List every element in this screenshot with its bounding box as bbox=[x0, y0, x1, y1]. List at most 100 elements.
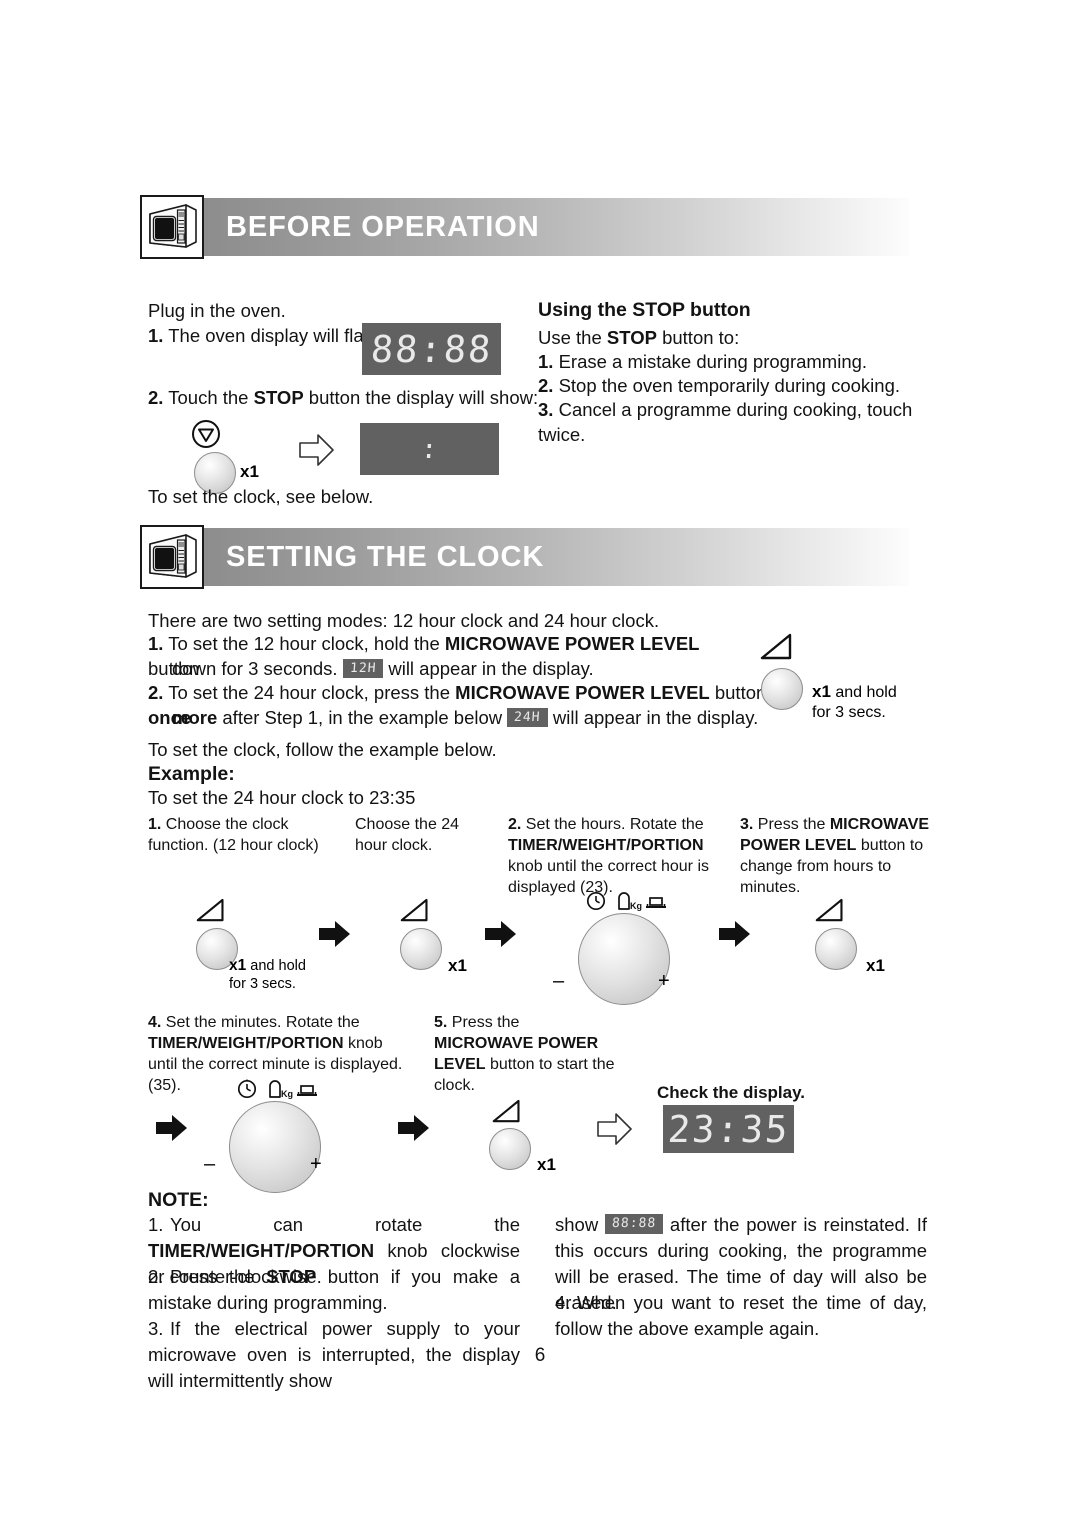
portion-plate-icon bbox=[297, 1085, 317, 1096]
using-stop-heading: Using the STOP button bbox=[538, 299, 751, 321]
note-number: 4. bbox=[555, 1292, 571, 1313]
line2-b: will appear in the display. bbox=[552, 707, 759, 728]
display-value: 23:35 bbox=[666, 1107, 791, 1151]
note-number: 2. bbox=[148, 1266, 164, 1287]
hint-b: for 3 secs. bbox=[812, 704, 886, 721]
knob-plus-label: + bbox=[310, 1153, 322, 1175]
step-text: Choose the 24 hour clock. bbox=[355, 816, 460, 854]
microwave-oven-icon bbox=[140, 195, 204, 259]
portion-plate-icon bbox=[646, 897, 666, 908]
clock-icon bbox=[237, 1079, 257, 1099]
bo-step-1-number: 1. bbox=[148, 325, 164, 346]
weight-kg-icon: Kg bbox=[269, 1080, 293, 1099]
label-b: for 3 secs. bbox=[229, 976, 296, 992]
step-text-a: To set the 24 hour clock, press the bbox=[168, 682, 456, 703]
display-value: : bbox=[420, 433, 439, 465]
item-number: 2. bbox=[538, 375, 554, 396]
display-final-time: 23:35 bbox=[663, 1105, 794, 1153]
knob-plus-label: + bbox=[658, 970, 670, 992]
display-flashing-8888: 88:88 bbox=[362, 323, 501, 375]
timer-weight-portion-knob[interactable] bbox=[578, 913, 670, 1005]
microwave-oven-icon bbox=[140, 525, 204, 589]
microwave-power-level-button[interactable] bbox=[815, 928, 857, 970]
microwave-power-level-button[interactable] bbox=[761, 668, 803, 710]
step-number: 1. bbox=[148, 633, 164, 654]
outline-arrow-right-icon bbox=[596, 1111, 634, 1152]
knob-minus-label: – bbox=[204, 1153, 216, 1175]
bo-step-2-text-a: Touch the bbox=[168, 387, 254, 408]
power-level-icon bbox=[760, 632, 794, 667]
item-text: Cancel a programme during cooking, touch… bbox=[538, 399, 913, 445]
page-number: 6 bbox=[534, 1345, 546, 1366]
item-number: 3. bbox=[538, 399, 554, 420]
step-text-a: Set the hours. Rotate the bbox=[525, 816, 704, 833]
bo-step-2-text-b: button the display will show: bbox=[303, 387, 539, 408]
example-step-5: 5. Press the MICROWAVE POWER LEVEL butto… bbox=[434, 1012, 619, 1096]
example-step-2: 2. Set the hours. Rotate the TIMER/WEIGH… bbox=[508, 814, 723, 898]
step-text-a: Press the bbox=[451, 1014, 520, 1031]
outline-arrow-right-icon bbox=[298, 432, 336, 473]
step-number: 2. bbox=[508, 816, 522, 833]
more-keyword: more bbox=[172, 707, 218, 728]
note-item-4: 4. When you want to reset the time of day… bbox=[555, 1290, 927, 1342]
stop-keyword: STOP bbox=[253, 387, 304, 408]
microwave-power-level-button[interactable] bbox=[400, 928, 442, 970]
display-colon-only: : bbox=[360, 423, 499, 475]
knob-minus-label: – bbox=[553, 970, 565, 992]
badge-value: 88:88 bbox=[611, 1216, 657, 1232]
note-number: 3. bbox=[148, 1318, 164, 1339]
badge-value: 12H bbox=[349, 660, 377, 676]
step-text-a: To set the 12 hour clock, hold the bbox=[168, 633, 445, 654]
stop-keyword: STOP bbox=[606, 327, 657, 348]
banner-bar: BEFORE OPERATION bbox=[204, 198, 910, 256]
using-stop-item-1: 1. Erase a mistake during programming. bbox=[538, 349, 938, 374]
solid-arrow-right-icon bbox=[155, 1113, 188, 1148]
solid-arrow-right-icon bbox=[318, 919, 351, 954]
microwave-power-level-keyword: MICROWAVE POWER LEVEL bbox=[455, 682, 710, 703]
lead-b: button to: bbox=[656, 327, 740, 348]
badge-value: 24H bbox=[513, 709, 542, 725]
item-text: Stop the oven temporarily during cooking… bbox=[558, 375, 900, 396]
banner-bar: SETTING THE CLOCK bbox=[204, 528, 910, 586]
step-number: 3. bbox=[740, 816, 754, 833]
example-step-1: 1. Choose the clock function. (12 hour c… bbox=[148, 814, 343, 856]
power-level-icon bbox=[815, 897, 845, 929]
bo-step-1-text: The oven display will flash: bbox=[168, 325, 389, 346]
row1-item2-label: x1 bbox=[448, 956, 467, 977]
stop-button-icon bbox=[190, 418, 222, 455]
section-banner-before-operation: BEFORE OPERATION bbox=[140, 195, 910, 259]
line2-a: down for 3 seconds. bbox=[172, 658, 338, 679]
row2-item2-label: x1 bbox=[537, 1155, 556, 1176]
display-value: 88:88 bbox=[369, 327, 494, 371]
lcd-badge-8888: 88:88 bbox=[604, 1214, 664, 1235]
step-text: Choose the clock function. (12 hour cloc… bbox=[148, 816, 319, 854]
clock-step-1-line2: down for 3 seconds. 12H will appear in t… bbox=[172, 656, 772, 681]
timer-weight-portion-keyword: TIMER/WEIGHT/PORTION bbox=[148, 1240, 375, 1261]
bo-step-2: 2. Touch the STOP button the display wil… bbox=[148, 385, 578, 410]
power-level-icon bbox=[196, 897, 226, 929]
manual-page: BEFORE OPERATION Plug in the oven. 1. Th… bbox=[0, 0, 1080, 1528]
note-text-a: Press the bbox=[170, 1266, 267, 1287]
svg-text:Kg: Kg bbox=[281, 1089, 293, 1099]
check-the-display-label: Check the display. bbox=[657, 1083, 806, 1102]
press-count: x1 bbox=[229, 957, 247, 974]
svg-text:Kg: Kg bbox=[630, 901, 642, 911]
section-title: SETTING THE CLOCK bbox=[226, 540, 545, 573]
timer-weight-portion-keyword: TIMER/WEIGHT/PORTION bbox=[508, 837, 704, 854]
press-count: x1 bbox=[448, 956, 467, 975]
stop-press-count: x1 bbox=[240, 462, 259, 481]
example-subtitle: To set the 24 hour clock to 23:35 bbox=[148, 787, 416, 808]
note-show-word: show bbox=[555, 1214, 605, 1235]
microwave-power-level-button[interactable] bbox=[489, 1128, 531, 1170]
note-text-a: When you want to reset the time of day, … bbox=[555, 1292, 927, 1339]
item-text: Erase a mistake during programming. bbox=[558, 351, 868, 372]
timer-weight-portion-knob[interactable] bbox=[229, 1101, 321, 1193]
example-step-3: 3. Press the MICROWAVE POWER LEVEL butto… bbox=[740, 814, 930, 898]
timer-keyword: TIMER/ bbox=[148, 1035, 203, 1052]
solid-arrow-right-icon bbox=[397, 1113, 430, 1148]
note-heading: NOTE: bbox=[148, 1189, 209, 1211]
step-number: 4. bbox=[148, 1014, 162, 1031]
plug-in-intro: Plug in the oven. bbox=[148, 300, 286, 321]
line2-b: will appear in the display. bbox=[388, 658, 594, 679]
using-stop-item-3: 3. Cancel a programme during cooking, to… bbox=[538, 397, 938, 447]
